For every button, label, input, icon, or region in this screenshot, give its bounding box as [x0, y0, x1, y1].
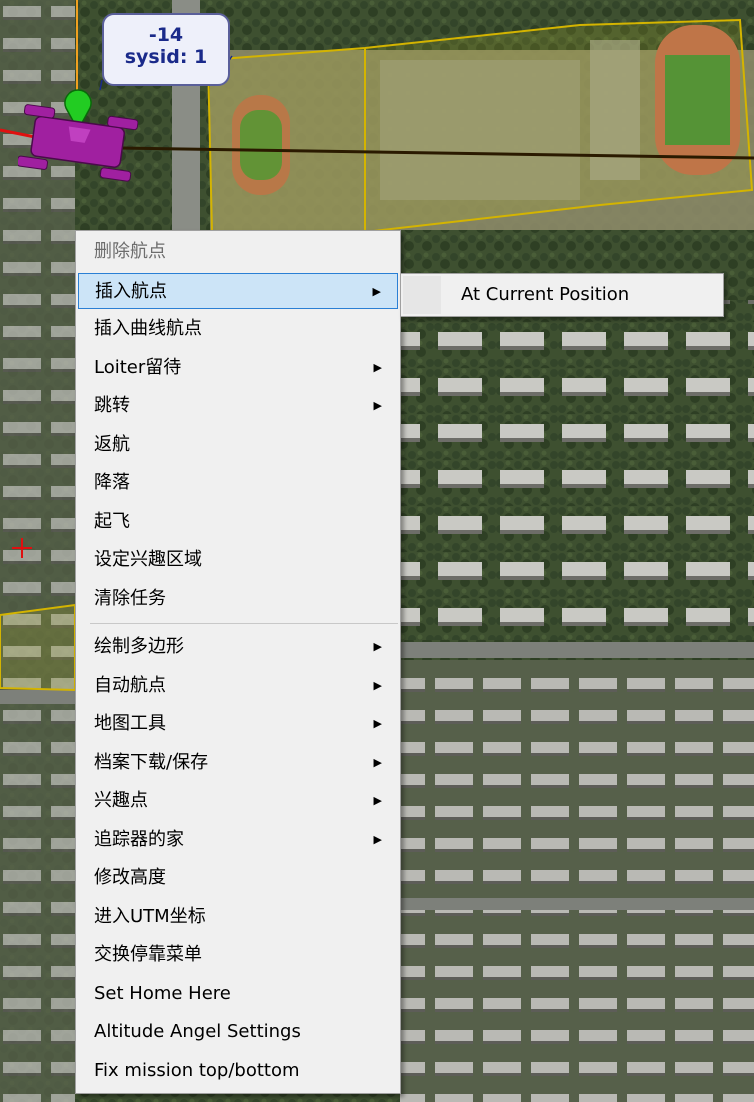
submenu-icon-gutter	[403, 276, 441, 314]
altitude-label: -14	[148, 24, 184, 46]
submenu-arrow-icon: ▶	[373, 794, 382, 807]
menu-item-label: 插入曲线航点	[94, 318, 202, 339]
map-context-menu: 删除航点 插入航点 ▶ 插入曲线航点 Loiter留待 ▶ 跳转 ▶ 返航 降落…	[75, 230, 401, 1094]
menu-item-label: 跳转	[94, 395, 130, 416]
menu-item-takeoff[interactable]: 起飞	[78, 504, 398, 540]
menu-item-label: 自动航点	[94, 675, 166, 696]
menu-item-insert-spline-waypoint[interactable]: 插入曲线航点	[78, 311, 398, 347]
menu-item-tracker-home[interactable]: 追踪器的家 ▶	[78, 822, 398, 858]
menu-item-label: 清除任务	[94, 588, 166, 609]
menu-item-label: Loiter留待	[94, 357, 182, 378]
menu-item-fix-mission-top-bottom[interactable]: Fix mission top/bottom	[78, 1053, 398, 1089]
menu-item-label: 设定兴趣区域	[94, 549, 202, 570]
menu-item-set-roi[interactable]: 设定兴趣区域	[78, 542, 398, 578]
menu-item-loiter[interactable]: Loiter留待 ▶	[78, 350, 398, 386]
submenu-arrow-icon: ▶	[372, 285, 381, 298]
menu-item-modify-altitude[interactable]: 修改高度	[78, 860, 398, 896]
sysid-label: sysid: 1	[124, 46, 208, 68]
menu-item-file-load-save[interactable]: 档案下载/保存 ▶	[78, 745, 398, 781]
menu-item-label: 交换停靠菜单	[94, 944, 202, 965]
menu-item-map-tools[interactable]: 地图工具 ▶	[78, 706, 398, 742]
submenu-arrow-icon: ▶	[373, 756, 382, 769]
submenu-arrow-icon: ▶	[373, 640, 382, 653]
menu-item-label: 地图工具	[94, 713, 166, 734]
menu-item-label: Fix mission top/bottom	[94, 1060, 300, 1081]
menu-separator	[90, 623, 398, 624]
menu-item-label: Set Home Here	[94, 983, 231, 1004]
menu-item-draw-polygon[interactable]: 绘制多边形 ▶	[78, 629, 398, 665]
submenu-item-at-current-position[interactable]: At Current Position	[461, 274, 629, 316]
menu-item-label: 档案下载/保存	[94, 752, 209, 773]
menu-item-label: 删除航点	[94, 241, 166, 262]
menu-item-label: 进入UTM坐标	[94, 906, 206, 927]
menu-item-swap-dock-menu[interactable]: 交换停靠菜单	[78, 937, 398, 973]
menu-item-poi[interactable]: 兴趣点 ▶	[78, 783, 398, 819]
menu-item-label: 降落	[94, 472, 130, 493]
menu-item-enter-utm[interactable]: 进入UTM坐标	[78, 899, 398, 935]
menu-item-label: 起飞	[94, 511, 130, 532]
menu-item-jump[interactable]: 跳转 ▶	[78, 388, 398, 424]
menu-item-label: 兴趣点	[94, 790, 148, 811]
menu-item-set-home-here[interactable]: Set Home Here	[78, 976, 398, 1012]
menu-item-land[interactable]: 降落	[78, 465, 398, 501]
insert-waypoint-submenu: At Current Position	[400, 273, 724, 317]
menu-item-delete-waypoint: 删除航点	[78, 234, 398, 270]
menu-item-altitude-angel-settings[interactable]: Altitude Angel Settings	[78, 1014, 398, 1050]
menu-item-insert-waypoint[interactable]: 插入航点 ▶	[78, 273, 398, 309]
vehicle-icon[interactable]	[18, 102, 138, 192]
submenu-arrow-icon: ▶	[373, 717, 382, 730]
menu-item-auto-waypoint[interactable]: 自动航点 ▶	[78, 668, 398, 704]
menu-item-clear-mission[interactable]: 清除任务	[78, 581, 398, 617]
submenu-arrow-icon: ▶	[373, 833, 382, 846]
menu-item-label: 修改高度	[94, 867, 166, 888]
menu-item-label: 返航	[94, 434, 130, 455]
menu-item-label: 插入航点	[95, 281, 167, 302]
menu-item-rtl[interactable]: 返航	[78, 427, 398, 463]
submenu-arrow-icon: ▶	[373, 679, 382, 692]
menu-item-label: Altitude Angel Settings	[94, 1021, 301, 1042]
vehicle-label: -14 sysid: 1	[102, 13, 230, 86]
submenu-arrow-icon: ▶	[373, 399, 382, 412]
submenu-arrow-icon: ▶	[373, 361, 382, 374]
menu-item-label: 追踪器的家	[94, 829, 184, 850]
menu-item-label: 绘制多边形	[94, 636, 184, 657]
